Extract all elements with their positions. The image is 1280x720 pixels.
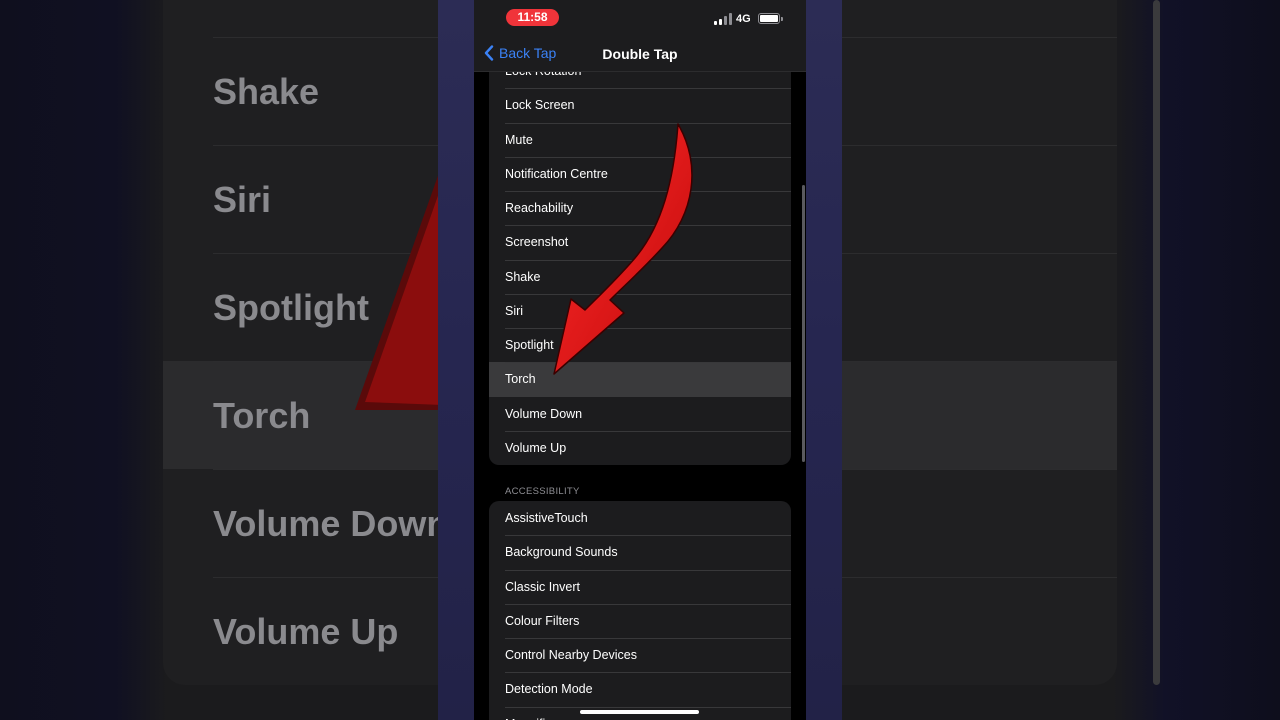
list-item-torch[interactable]: Torch [489, 362, 791, 397]
page-title: Double Tap [602, 46, 678, 62]
list-item-label: Volume Up [505, 440, 567, 455]
status-time: 11:58 [506, 9, 559, 26]
list-item-lock-rotation[interactable]: Lock Rotation [489, 72, 791, 88]
background-row-label: Shake [213, 71, 320, 112]
list-item-reachability[interactable]: Reachability [489, 191, 791, 225]
list-item-background-sounds[interactable]: Background Sounds [489, 535, 791, 569]
background-row-label: Volume Up [213, 611, 399, 652]
section-header-accessibility: ACCESSIBILITY [505, 486, 580, 497]
list-item-siri[interactable]: Siri [489, 293, 791, 328]
list-item-label: Detection Mode [505, 682, 593, 697]
list-item-colour-filters[interactable]: Colour Filters [489, 603, 791, 638]
home-indicator[interactable] [580, 710, 699, 714]
status-bar: 11:58 4G [474, 0, 806, 36]
background-row-label: Siri [213, 179, 272, 220]
phone-right-bezel [806, 0, 842, 720]
list-item-label: Volume Down [505, 406, 583, 421]
background-row-label: Torch [213, 395, 311, 436]
signal-icon [714, 13, 732, 25]
background-row-label: Volume Down [213, 503, 449, 544]
list-item-label: Lock Rotation [505, 72, 581, 78]
phone-screen: 11:58 4G Back Tap Double Tap Lock Rotati… [474, 0, 806, 720]
list-item-label: Classic Invert [505, 579, 581, 594]
accessibility-actions-group: AssistiveTouch Background Sounds Classic I… [489, 501, 791, 720]
list-item-assistivetouch[interactable]: AssistiveTouch [489, 501, 791, 535]
network-type: 4G [736, 13, 751, 25]
list-item-lock-screen[interactable]: Lock Screen [489, 88, 791, 122]
list-item-label: Lock Screen [505, 98, 575, 113]
system-actions-group: Lock Rotation Lock Screen Mute Notification… [489, 72, 791, 465]
list-item-shake[interactable]: Shake [489, 259, 791, 294]
list-item-label: Screenshot [505, 235, 569, 250]
list-item-label: Notification Centre [505, 166, 608, 181]
list-item-volume-down[interactable]: Volume Down [489, 397, 791, 431]
background-scrollbar [1153, 0, 1160, 685]
list-item-label: Siri [505, 303, 524, 318]
list-item-label: Torch [505, 372, 536, 387]
list-item-label: Magnifier [505, 717, 556, 720]
list-item-label: Background Sounds [505, 545, 618, 560]
list-item-control-nearby-devices[interactable]: Control Nearby Devices [489, 638, 791, 672]
list-item-label: Colour Filters [505, 613, 580, 628]
list-item-label: Reachability [505, 201, 574, 216]
list-item-label: Shake [505, 269, 541, 284]
list-item-classic-invert[interactable]: Classic Invert [489, 569, 791, 604]
background-red-arrow-icon [355, 170, 445, 410]
phone-left-bezel [438, 0, 474, 720]
battery-icon [758, 13, 783, 24]
list-item-notification-centre[interactable]: Notification Centre [489, 156, 791, 191]
list-item-detection-mode[interactable]: Detection Mode [489, 672, 791, 706]
navigation-bar: Back Tap Double Tap [474, 36, 806, 72]
list-item-label: Mute [505, 132, 533, 147]
list-item-mute[interactable]: Mute [489, 122, 791, 157]
list-item-spotlight[interactable]: Spotlight [489, 328, 791, 362]
phone-frame: 11:58 4G Back Tap Double Tap Lock Rotati… [438, 0, 842, 720]
list-item-label: Spotlight [505, 338, 554, 353]
list-item-label: AssistiveTouch [505, 511, 588, 526]
actions-list[interactable]: Lock Rotation Lock Screen Mute Notification… [474, 72, 806, 720]
list-item-volume-up[interactable]: Volume Up [489, 430, 791, 465]
list-item-screenshot[interactable]: Screenshot [489, 225, 791, 259]
scrollbar[interactable] [802, 185, 805, 462]
list-item-label: Control Nearby Devices [505, 648, 637, 663]
